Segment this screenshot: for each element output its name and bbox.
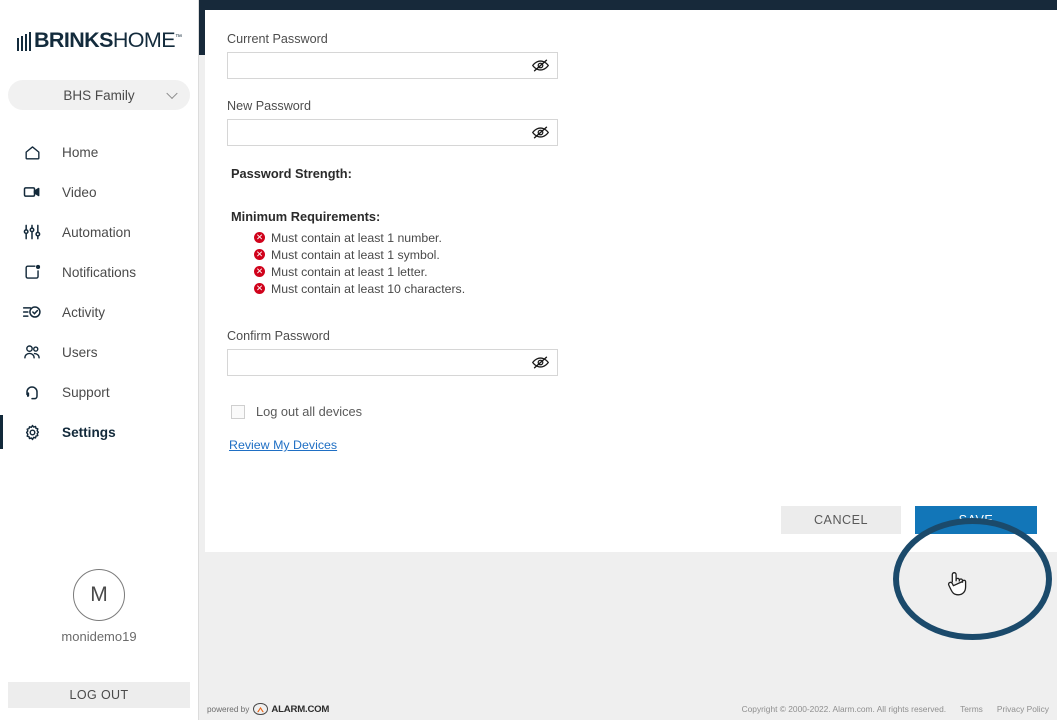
app-root: BRINKSHOME™ BHS Family Home Video Automa…	[0, 0, 1057, 720]
powered-by-label: powered by	[207, 704, 250, 714]
users-icon	[19, 339, 45, 365]
log-out-all-devices-label: Log out all devices	[256, 404, 362, 419]
sidebar-item-label: Support	[62, 384, 110, 400]
confirm-password-field-group: Confirm Password	[227, 329, 1057, 376]
family-selector-label: BHS Family	[63, 87, 135, 103]
requirement-fail-icon: ✕	[254, 232, 265, 243]
alarm-com-wordmark: ALARM.COM	[271, 703, 330, 715]
sidebar-item-automation[interactable]: Automation	[0, 212, 198, 252]
requirement-item: ✕ Must contain at least 1 symbol.	[254, 246, 1057, 263]
privacy-policy-link[interactable]: Privacy Policy	[997, 704, 1049, 714]
new-password-input[interactable]	[227, 119, 558, 146]
log-out-button[interactable]: LOG OUT	[8, 682, 190, 708]
password-strength-label: Password Strength:	[231, 166, 352, 181]
confirm-password-input[interactable]	[227, 349, 558, 376]
new-password-label: New Password	[227, 99, 311, 113]
sidebar-item-label: Automation	[62, 224, 131, 240]
user-profile-block: M monidemo19	[0, 569, 198, 644]
requirement-item: ✕ Must contain at least 10 characters.	[254, 280, 1057, 297]
avatar-initial: M	[90, 583, 108, 606]
gear-icon	[19, 419, 45, 445]
minimum-requirements-label: Minimum Requirements:	[231, 209, 381, 224]
eye-off-icon[interactable]	[530, 352, 551, 373]
confirm-password-label: Confirm Password	[227, 329, 330, 343]
requirement-item: ✕ Must contain at least 1 number.	[254, 229, 1057, 246]
sidebar-item-notifications[interactable]: Notifications	[0, 252, 198, 292]
new-password-field-group: New Password	[227, 99, 1057, 146]
brand-trademark: ™	[174, 34, 182, 42]
terms-link[interactable]: Terms	[960, 704, 983, 714]
form-actions: CANCEL SAVE	[781, 506, 1037, 534]
home-icon	[19, 139, 45, 165]
sidebar-item-label: Users	[62, 344, 98, 360]
confirm-password-wrap	[227, 349, 558, 376]
sidebar-item-video[interactable]: Video	[0, 172, 198, 212]
new-password-wrap	[227, 119, 558, 146]
sidebar-item-settings[interactable]: Settings	[0, 412, 198, 452]
current-password-wrap	[227, 52, 558, 79]
current-password-label: Current Password	[227, 32, 328, 46]
username-label: monidemo19	[61, 629, 137, 644]
sidebar-item-label: Home	[62, 144, 99, 160]
sidebar-nav: Home Video Automation Notifications Acti…	[0, 132, 198, 452]
requirements-list: ✕ Must contain at least 1 number. ✕ Must…	[254, 229, 1057, 297]
sidebar-item-label: Activity	[62, 304, 106, 320]
copyright-text: Copyright © 2000-2022. Alarm.com. All ri…	[741, 704, 947, 714]
requirement-text: Must contain at least 1 symbol.	[271, 247, 440, 262]
requirement-text: Must contain at least 10 characters.	[271, 281, 466, 296]
save-button[interactable]: SAVE	[915, 506, 1037, 534]
video-camera-icon	[19, 179, 45, 205]
requirement-text: Must contain at least 1 letter.	[271, 264, 428, 279]
password-form: Current Password New Password Password S…	[205, 10, 1057, 454]
requirement-fail-icon: ✕	[254, 283, 265, 294]
sidebar-item-activity[interactable]: Activity	[0, 292, 198, 332]
password-card: Current Password New Password Password S…	[205, 10, 1057, 552]
notification-icon	[19, 259, 45, 285]
log-out-all-devices-row[interactable]: Log out all devices	[231, 404, 1057, 419]
sidebar: BRINKSHOME™ BHS Family Home Video Automa…	[0, 0, 199, 720]
sidebar-item-users[interactable]: Users	[0, 332, 198, 372]
sidebar-item-support[interactable]: Support	[0, 372, 198, 412]
log-out-all-devices-checkbox[interactable]	[231, 404, 245, 419]
alarm-com-logo: ALARM.COM	[253, 703, 329, 715]
requirement-text: Must contain at least 1 number.	[271, 230, 442, 245]
requirement-item: ✕ Must contain at least 1 letter.	[254, 263, 1057, 280]
logo-bars-icon	[16, 31, 31, 51]
chevron-down-icon	[166, 87, 178, 100]
sidebar-item-label: Video	[62, 184, 97, 200]
brinks-home-logo: BRINKSHOME™	[0, 24, 198, 58]
current-password-field-group: Current Password	[227, 32, 1057, 79]
footer: powered by ALARM.COM Copyright © 2000-20…	[199, 698, 1057, 720]
sidebar-item-home[interactable]: Home	[0, 132, 198, 172]
main-content: Login Information Password Current Passw…	[199, 0, 1057, 720]
requirement-fail-icon: ✕	[254, 266, 265, 277]
footer-links: Copyright © 2000-2022. Alarm.com. All ri…	[742, 704, 1049, 714]
brand-bold: BRINKS	[34, 28, 113, 53]
eye-off-icon[interactable]	[530, 122, 551, 143]
alarm-mark-icon	[253, 703, 269, 715]
headset-icon	[19, 379, 45, 405]
activity-check-icon	[19, 299, 45, 325]
sidebar-item-label: Settings	[62, 424, 116, 440]
brand-text: BRINKSHOME™	[34, 28, 182, 53]
eye-off-icon[interactable]	[530, 55, 551, 76]
powered-by-block: powered by ALARM.COM	[207, 703, 329, 715]
sliders-icon	[19, 219, 45, 245]
cancel-button[interactable]: CANCEL	[781, 506, 901, 534]
requirement-fail-icon: ✕	[254, 249, 265, 260]
review-my-devices-link[interactable]: Review My Devices	[229, 438, 337, 452]
brand-light: HOME	[112, 28, 176, 53]
family-selector[interactable]: BHS Family	[8, 80, 190, 110]
avatar[interactable]: M	[73, 569, 125, 621]
sidebar-item-label: Notifications	[62, 264, 137, 280]
current-password-input[interactable]	[227, 52, 558, 79]
